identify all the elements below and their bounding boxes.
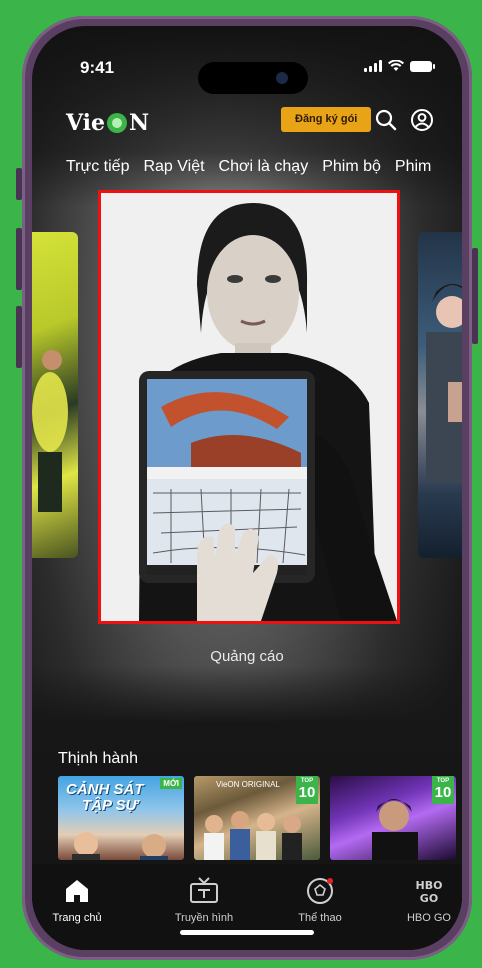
cast-group-image (204, 811, 302, 860)
account-icon[interactable] (410, 108, 434, 132)
hero-carousel (32, 186, 462, 636)
nav-hbo-go-label: HBO GO (406, 912, 451, 924)
ad-banner[interactable] (98, 190, 400, 624)
trending-list: CẢNH SÁT TẬP SỰ MỚI VieON ORIGINAL TOP 10 (58, 776, 462, 860)
ad-label: Quảng cáo (210, 648, 284, 665)
status-icons (364, 60, 435, 72)
vieon-logo[interactable]: Vie N (66, 110, 149, 136)
volume-down-button (16, 306, 22, 368)
logo-text-right: N (129, 110, 150, 136)
phone-frame: 9:41 Vie N Đăng ký gói Trực tiếp Rap Việ… (16, 16, 478, 960)
home-indicator[interactable] (180, 930, 314, 935)
volume-up-button (16, 228, 22, 290)
nav-home-label: Trang chủ (52, 912, 102, 924)
carousel-card-next[interactable] (418, 232, 462, 558)
tab-choi-la-chay[interactable]: Chơi là chạy (219, 158, 309, 176)
category-tabs: Trực tiếp Rap Việt Chơi là chạy Phim bộ … (66, 158, 431, 176)
tab-phim-bo[interactable]: Phim bộ (322, 158, 381, 176)
camera-icon (276, 72, 288, 84)
soccer-ball-icon (307, 878, 333, 904)
tab-rap-viet[interactable]: Rap Việt (143, 158, 204, 176)
app-header: Vie N Đăng ký gói (32, 104, 462, 144)
trending-title: Thịnh hành (58, 750, 139, 767)
tab-phim[interactable]: Phim (395, 158, 431, 176)
tab-truc-tiep[interactable]: Trực tiếp (66, 158, 129, 176)
search-icon[interactable] (374, 108, 398, 132)
battery-icon (410, 60, 435, 72)
nav-sports-label: Thể thao (298, 912, 342, 924)
home-icon (66, 880, 88, 902)
svg-text:HBO: HBO (416, 879, 443, 892)
singer-image (426, 284, 462, 482)
trending-item[interactable]: TOP 10 (330, 776, 456, 860)
subscribe-button[interactable]: Đăng ký gói (281, 107, 372, 132)
new-badge: MỚI (160, 778, 182, 789)
nav-hbo-go[interactable]: HBO GO HBO GO (384, 876, 462, 924)
dynamic-island (198, 62, 308, 94)
nav-tv-label: Truyền hình (174, 912, 234, 924)
bottom-nav: Trang chủ Truyền hình Thể thao HBO GO HBO… (32, 864, 462, 950)
app-screen: 9:41 Vie N Đăng ký gói Trực tiếp Rap Việ… (32, 26, 462, 950)
nav-home[interactable]: Trang chủ (32, 876, 122, 924)
trending-item-caption: VieON ORIGINAL (216, 780, 280, 789)
carousel-card-prev[interactable] (32, 232, 78, 558)
status-time: 9:41 (80, 58, 115, 77)
signal-icon (364, 60, 382, 72)
trending-item[interactable]: VieON ORIGINAL TOP 10 (194, 776, 320, 860)
nav-tv[interactable]: Truyền hình (159, 876, 249, 924)
power-button (472, 248, 478, 344)
wifi-icon (388, 60, 404, 71)
svg-text:GO: GO (420, 892, 438, 905)
status-bar: 9:41 (32, 26, 462, 94)
action-movie-image (372, 799, 418, 860)
logo-o-icon (107, 113, 128, 133)
trending-item[interactable]: CẢNH SÁT TẬP SỰ MỚI (58, 776, 184, 860)
trending-item-title: CẢNH SÁT TẬP SỰ (66, 781, 144, 814)
ad-image-woman-with-foldable-phone (101, 193, 397, 621)
mute-switch (16, 168, 22, 200)
nav-sports[interactable]: Thể thao (275, 876, 365, 924)
actors-image (72, 832, 168, 860)
tv-icon (190, 877, 218, 903)
logo-text-left: Vie (66, 110, 106, 136)
soccer-player-image (32, 350, 68, 512)
hbo-go-icon: HBOGO (416, 879, 443, 905)
